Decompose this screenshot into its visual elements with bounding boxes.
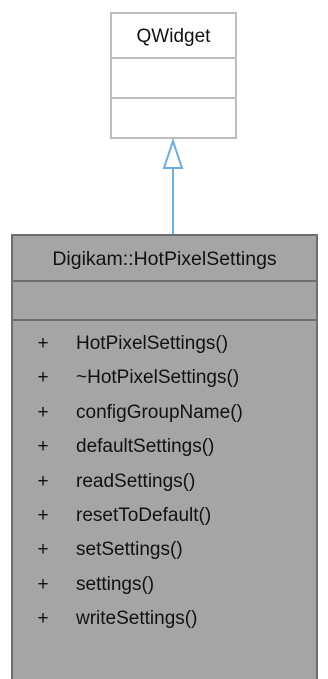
- operation-name: HotPixelSettings(): [76, 333, 229, 354]
- operation-visibility: +: [37, 333, 49, 354]
- operation-row: + defaultSettings(): [13, 430, 316, 464]
- operation-name: setSettings(): [76, 539, 183, 561]
- operation-name: ~HotPixelSettings(): [76, 367, 240, 389]
- derived-class-name: Digikam::HotPixelSettings: [13, 236, 316, 282]
- operation-name: settings(): [76, 573, 155, 595]
- operation-name: defaultSettings(): [76, 436, 215, 458]
- operation-row: + readSettings(): [13, 465, 316, 499]
- operation-name: readSettings(): [76, 470, 196, 492]
- operation-visibility: +: [37, 539, 49, 561]
- derived-class-hotpixelsettings: Digikam::HotPixelSettings + HotPixelSett…: [11, 234, 318, 679]
- derived-class-attributes: [13, 282, 316, 321]
- operation-row: + HotPixelSettings(): [13, 327, 316, 361]
- inheritance-arrowhead: [162, 137, 184, 169]
- operation-visibility: +: [37, 470, 49, 492]
- operation-name: configGroupName(): [76, 401, 243, 423]
- operation-visibility: +: [37, 436, 49, 458]
- operation-row: + setSettings(): [13, 533, 316, 567]
- operation-visibility: +: [37, 367, 49, 389]
- operation-visibility: +: [37, 573, 49, 595]
- operation-visibility: +: [37, 401, 49, 423]
- operation-visibility: +: [37, 504, 49, 526]
- operation-visibility: +: [37, 608, 49, 630]
- derived-class-operations: + HotPixelSettings() + ~HotPixelSettings…: [13, 321, 316, 637]
- operation-name: writeSettings(): [76, 608, 198, 630]
- operation-row: + writeSettings(): [13, 602, 316, 636]
- operation-row: + ~HotPixelSettings(): [13, 361, 316, 395]
- operation-row: + resetToDefault(): [13, 499, 316, 533]
- operation-row: + configGroupName(): [13, 396, 316, 430]
- operation-row: + settings(): [13, 568, 316, 602]
- operation-name: resetToDefault(): [76, 504, 212, 526]
